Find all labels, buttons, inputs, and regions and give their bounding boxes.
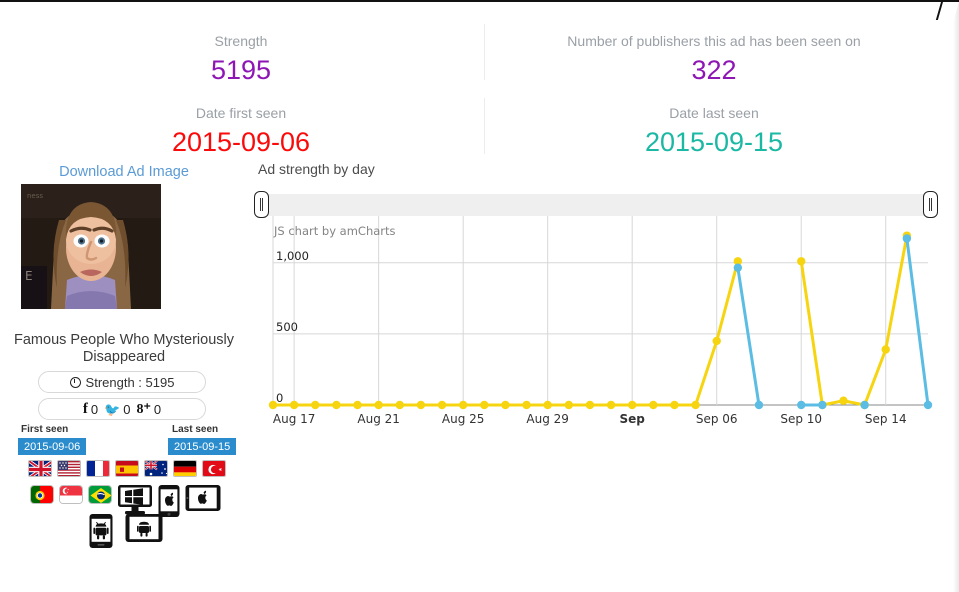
device-android-phone-icon[interactable] (89, 514, 113, 548)
flag-united-states-icon[interactable] (57, 460, 81, 477)
last-seen-badge: 2015-09-15 (168, 438, 237, 455)
country-flags-row-1 (28, 460, 226, 477)
flag-spain-icon[interactable] (115, 460, 139, 477)
ad-strength-badge: Strength : 5195 (38, 371, 206, 393)
flag-singapore-icon[interactable] (59, 485, 83, 504)
stat-publishers: Number of publishers this ad has been se… (514, 32, 914, 87)
ad-title: Famous People Who Mysteriously Disappear… (14, 332, 234, 365)
country-flags-row-2 (30, 485, 221, 517)
x-axis-tick-sep: Sep (619, 412, 645, 426)
stat-publishers-label: Number of publishers this ad has been se… (567, 33, 861, 49)
facebook-count-group: f 0 (83, 401, 98, 418)
x-axis-tick-aug-21: Aug 21 (357, 412, 400, 426)
svg-text:ness: ness (27, 192, 43, 200)
flag-united-kingdom-icon[interactable] (28, 460, 52, 477)
stat-date-first-seen-label: Date first seen (195, 105, 287, 121)
social-counts-badge: f 0 🐦 0 8⁺ 0 (38, 398, 206, 420)
googleplus-icon: 8⁺ (136, 401, 151, 417)
x-axis-tick-aug-29: Aug 29 (526, 412, 569, 426)
y-axis-tick-1000: 1,000 (276, 248, 309, 263)
download-ad-image-link[interactable]: Download Ad Image (0, 162, 248, 182)
stat-strength: Strength 5195 (141, 32, 341, 87)
x-axis-tick-aug-25: Aug 25 (441, 412, 485, 426)
device-icons-row-2 (89, 514, 163, 548)
flag-germany-icon[interactable] (173, 460, 197, 477)
googleplus-count: 0 (153, 401, 162, 417)
ad-strength-chart-panel: Ad strength by day JS chart by amCharts … (248, 154, 948, 474)
chart-scrollbar[interactable] (254, 191, 938, 218)
stat-publishers-value: 322 (691, 55, 737, 85)
x-axis-tick-sep-06: Sep 06 (695, 412, 738, 426)
stat-date-first-seen: Date first seen 2015-09-06 (141, 104, 341, 159)
svg-text:E: E (25, 269, 33, 283)
app-page: Strength 5195 Number of publishers this … (0, 0, 959, 592)
twitter-count-group: 🐦 0 (104, 402, 130, 417)
clock-icon (69, 376, 81, 388)
stat-date-last-seen-label: Date last seen (669, 105, 759, 121)
amcharts-credit-label: JS chart by amCharts (274, 224, 396, 238)
flag-france-icon[interactable] (86, 460, 110, 477)
page-right-edge (953, 2, 959, 592)
y-axis-tick-500: 500 (276, 319, 298, 334)
device-ipad-icon[interactable] (185, 485, 221, 511)
twitter-icon: 🐦 (104, 401, 121, 417)
ad-sidebar: Download Ad Image ness E Famous People W… (0, 162, 248, 548)
flag-portugal-icon[interactable] (30, 485, 54, 504)
flag-turkey-icon[interactable] (202, 460, 226, 477)
device-iphone-icon[interactable] (158, 485, 180, 517)
flag-australia-icon[interactable] (144, 460, 168, 477)
x-axis-tick-sep-10: Sep 10 (780, 412, 823, 426)
chart-scrollbar-right-grip[interactable] (923, 191, 938, 218)
stats-header: Strength 5195 Number of publishers this … (0, 10, 948, 158)
facebook-icon: f (82, 400, 88, 417)
chart-plot-area[interactable]: JS chart by amCharts 1,000 500 0 Aug 17 A… (256, 216, 936, 438)
flag-brazil-icon[interactable] (88, 485, 112, 504)
chart-svg (268, 216, 933, 410)
chart-title: Ad strength by day (258, 161, 375, 177)
last-seen-label: Last seen (172, 424, 219, 435)
chart-scrollbar-left-grip[interactable] (254, 191, 269, 218)
ad-thumbnail-image[interactable]: ness E (21, 184, 161, 309)
stat-date-last-seen: Date last seen 2015-09-15 (514, 104, 914, 159)
first-seen-badge: 2015-09-06 (18, 438, 87, 455)
device-windows-desktop-icon[interactable] (117, 485, 153, 515)
stats-divider-top (484, 24, 485, 80)
y-axis-tick-0: 0 (276, 391, 284, 405)
googleplus-count-group: 8⁺ 0 (137, 401, 162, 418)
first-seen-label: First seen (21, 424, 69, 435)
device-android-tablet-icon[interactable] (125, 514, 163, 542)
stat-strength-value: 5195 (210, 55, 272, 85)
ad-strength-badge-label: Strength : 5195 (85, 374, 175, 390)
stat-strength-label: Strength (214, 33, 268, 49)
facebook-count: 0 (90, 401, 99, 417)
stats-divider-bottom (484, 98, 485, 154)
twitter-count: 0 (123, 401, 131, 417)
x-axis-tick-sep-14: Sep 14 (864, 412, 907, 426)
x-axis-tick-aug-17: Aug 17 (272, 412, 316, 426)
